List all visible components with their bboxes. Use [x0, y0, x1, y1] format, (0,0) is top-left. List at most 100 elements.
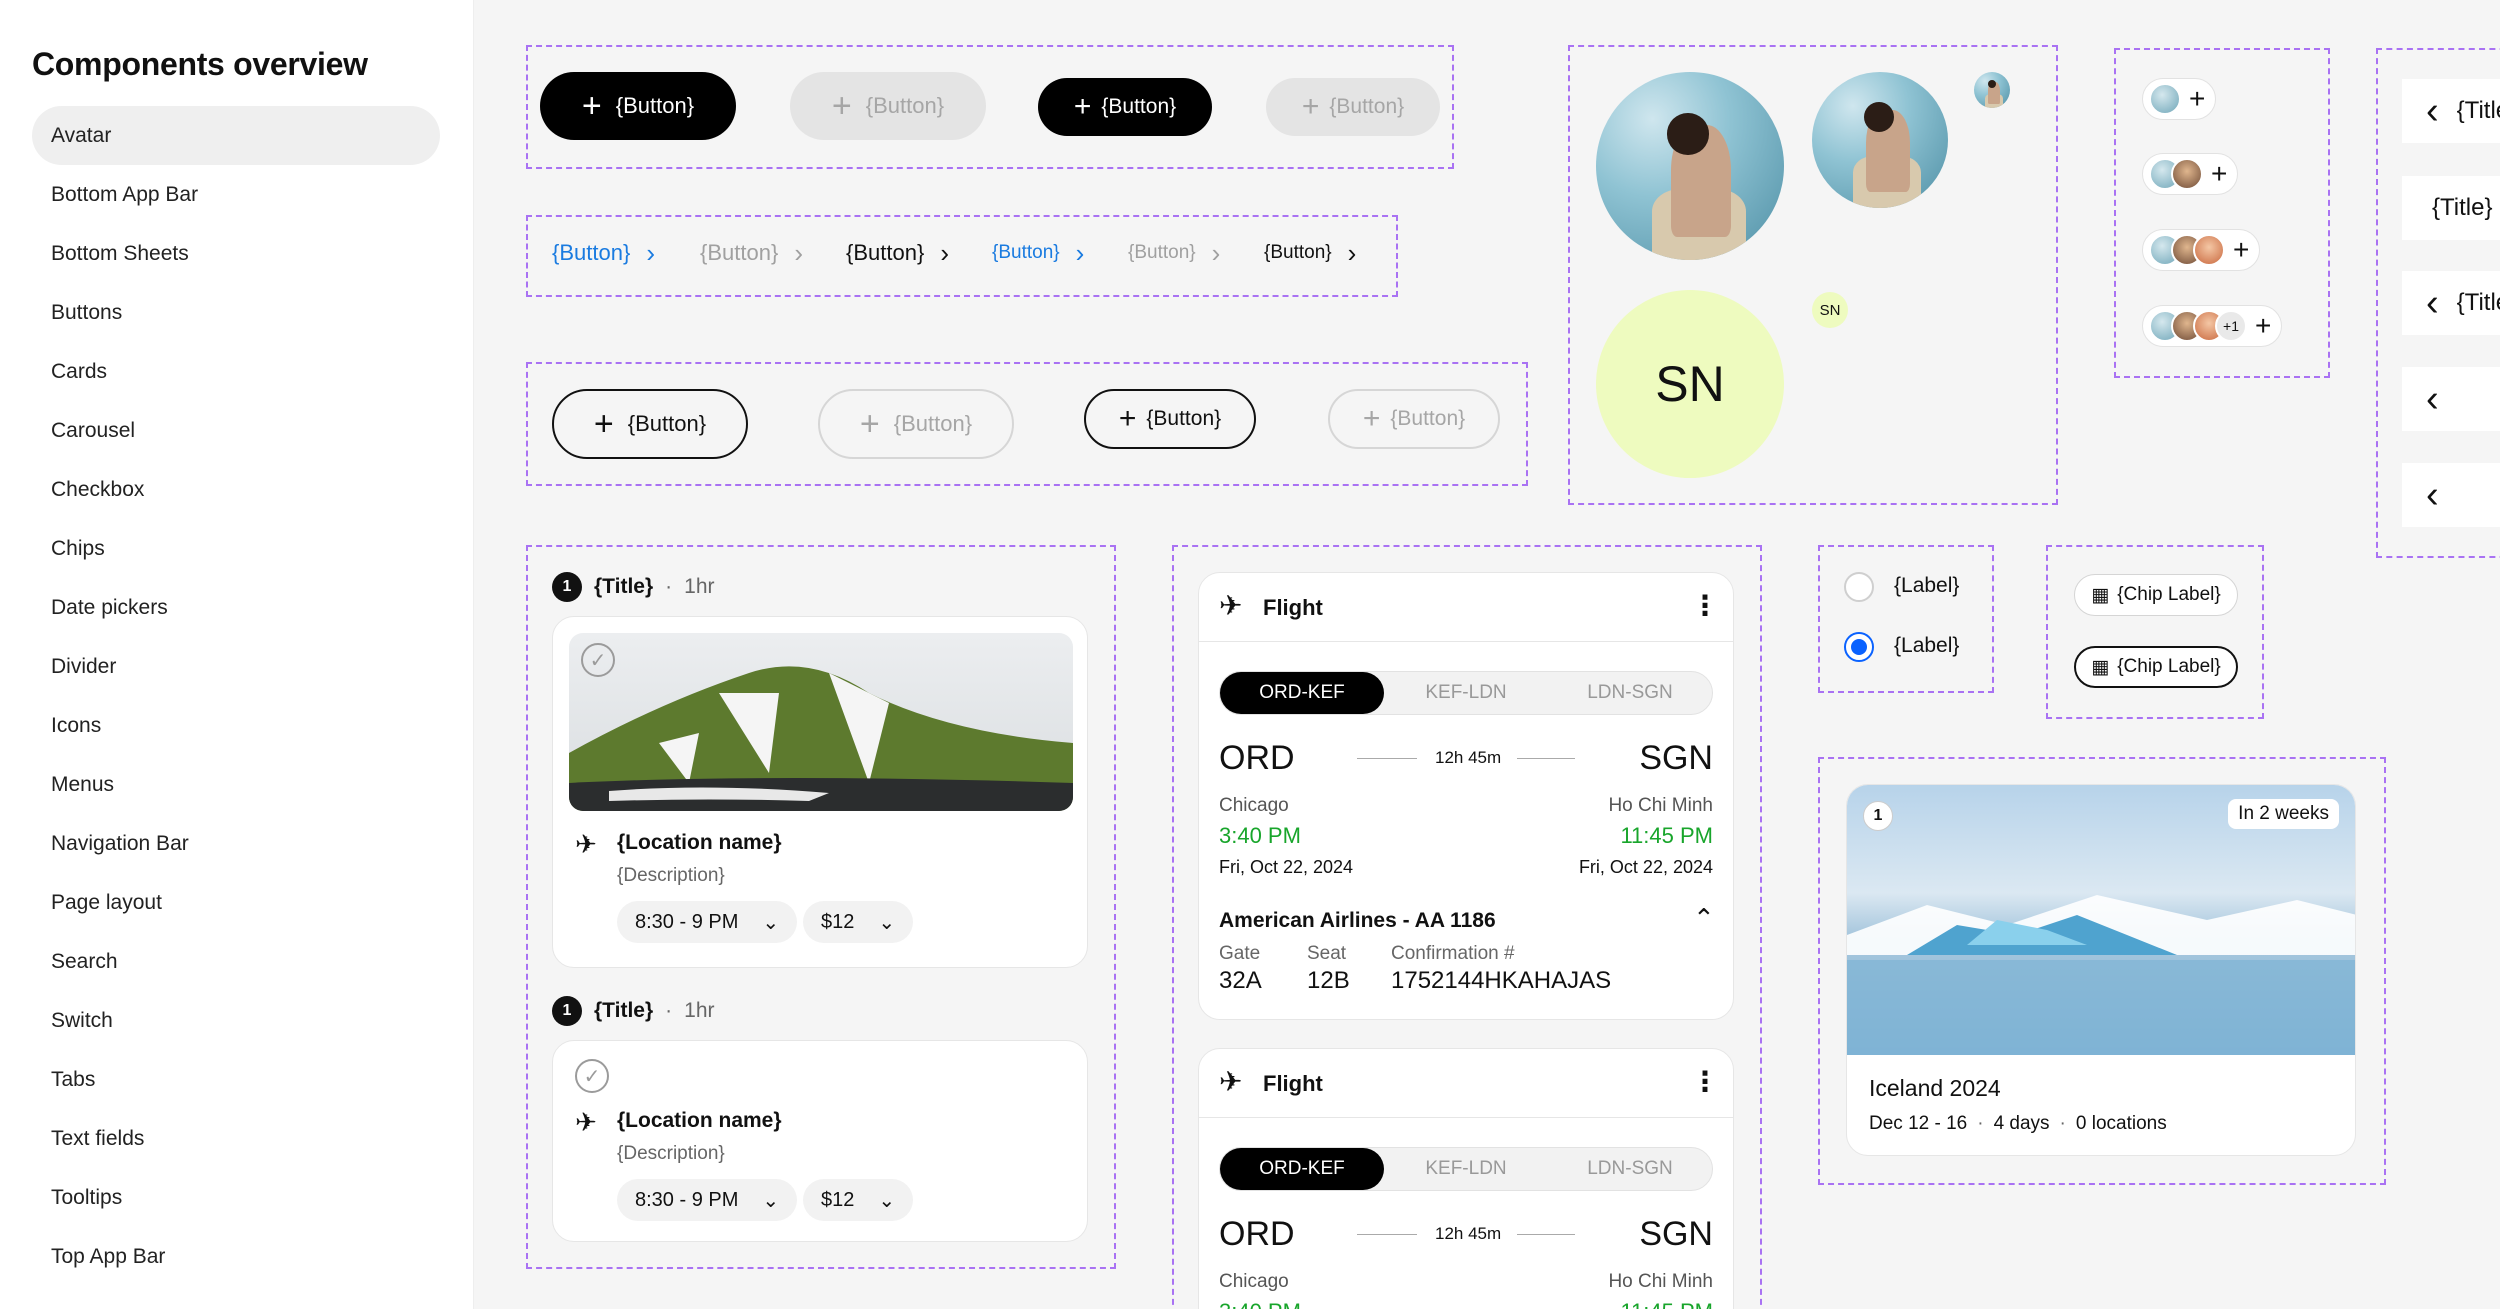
tab-ldn-sgn[interactable]: LDN-SGN	[1548, 672, 1712, 714]
sidebar-item-carousel[interactable]: Carousel	[32, 401, 440, 460]
to-city: Ho Chi Minh	[1608, 795, 1713, 816]
location-name: {Location name}	[617, 831, 782, 854]
sidebar-item-checkbox[interactable]: Checkbox	[32, 460, 440, 519]
avatar-group-1[interactable]: +	[2142, 78, 2217, 120]
chip-default[interactable]: ▦ {Chip Label}	[2074, 574, 2238, 616]
chevron-up-icon[interactable]: ⌄	[1693, 901, 1715, 932]
tab-kef-ldn[interactable]: KEF-LDN	[1384, 1148, 1548, 1190]
arrive-time-partial: 11:45 PM	[1620, 1299, 1713, 1309]
trip-card[interactable]: 1 In 2 weeks Iceland 2024 Dec 12 - 16 · …	[1846, 784, 2356, 1156]
to-code: SGN	[1639, 739, 1713, 777]
text-button-link-small[interactable]: {Button} ›	[992, 240, 1084, 266]
plus-icon: +	[831, 87, 852, 125]
sidebar-item-tabs[interactable]: Tabs	[32, 1050, 440, 1109]
location-description: {Description}	[617, 1143, 725, 1164]
sidebar-item-search[interactable]: Search	[32, 932, 440, 991]
plus-icon[interactable]: +	[2233, 236, 2249, 264]
plane-icon: ✈	[1219, 1066, 1243, 1097]
sidebar-item-tooltips[interactable]: Tooltips	[32, 1168, 440, 1227]
sidebar-item-icons[interactable]: Icons	[32, 696, 440, 755]
avatar-photo-large	[1596, 72, 1784, 260]
chevron-right-icon: ›	[1211, 238, 1221, 268]
sidebar-item-menus[interactable]: Menus	[32, 755, 440, 814]
check-circle-icon[interactable]: ✓	[581, 643, 615, 677]
chevron-right-icon: ›	[1347, 238, 1357, 268]
price-dropdown[interactable]: $12 ⌄	[803, 901, 914, 943]
itinerary-card-2[interactable]: ✓ ✈ {Location name} {Description} 8:30 -…	[552, 1040, 1088, 1242]
sidebar-item-bottom-app-bar[interactable]: Bottom App Bar	[32, 165, 440, 224]
flight-title: Flight	[1263, 595, 1323, 620]
avatar-initials-large: SN	[1596, 290, 1784, 478]
outline-button-small[interactable]: + {Button}	[1084, 389, 1256, 449]
sidebar-item-buttons[interactable]: Buttons	[32, 283, 440, 342]
avatar-group-3[interactable]: +	[2142, 229, 2261, 271]
trip-index: 1	[1863, 801, 1893, 831]
plus-icon: +	[1301, 90, 1320, 123]
filled-button-small-disabled: + {Button}	[1266, 78, 1440, 136]
sidebar-item-text-fields[interactable]: Text fields	[32, 1109, 440, 1168]
chevron-down-icon: ⌄	[878, 1189, 896, 1212]
plus-icon[interactable]: +	[2211, 160, 2227, 188]
flight-segment-tabs[interactable]: ORD-KEF KEF-LDN LDN-SGN	[1219, 1147, 1713, 1191]
flight-segment-tabs[interactable]: ORD-KEF KEF-LDN LDN-SGN	[1219, 671, 1713, 715]
sidebar-item-top-app-bar[interactable]: Top App Bar	[32, 1227, 440, 1286]
chevron-left-icon[interactable]: ‹	[2426, 282, 2439, 325]
chips-frame	[2046, 545, 2264, 719]
sidebar-item-divider[interactable]: Divider	[32, 637, 440, 696]
filled-button-large[interactable]: + {Button}	[540, 72, 736, 140]
gate-label: Gate	[1219, 943, 1261, 964]
sidebar-item-bottom-sheets[interactable]: Bottom Sheets	[32, 224, 440, 283]
sidebar-item-avatar[interactable]: Avatar	[32, 106, 440, 165]
tab-kef-ldn[interactable]: KEF-LDN	[1384, 672, 1548, 714]
plane-icon: ✈	[1219, 590, 1243, 621]
chevron-left-icon[interactable]: ‹	[2426, 90, 2439, 133]
avatar-group-4[interactable]: +1 +	[2142, 305, 2283, 347]
chip-selected[interactable]: ▦ {Chip Label}	[2074, 646, 2238, 688]
flight-card-2[interactable]: ✈ Flight ⋮ ORD-KEF KEF-LDN LDN-SGN ORD S…	[1198, 1048, 1734, 1309]
sidebar-item-page-layout[interactable]: Page layout	[32, 873, 440, 932]
confirmation-value: 1752144HKAHAJAS	[1391, 967, 1612, 994]
text-button-default-large[interactable]: {Button} ›	[846, 240, 949, 266]
plus-icon: +	[581, 87, 602, 125]
plus-icon[interactable]: +	[2189, 85, 2205, 113]
more-vertical-icon[interactable]: ⋮	[1691, 1065, 1719, 1098]
from-city: Chicago	[1219, 795, 1289, 816]
sidebar-item-switch[interactable]: Switch	[32, 991, 440, 1050]
avatar-group-2[interactable]: +	[2142, 153, 2239, 195]
tab-ord-kef[interactable]: ORD-KEF	[1220, 672, 1384, 714]
chevron-right-icon: ›	[794, 238, 803, 268]
gate-value: 32A	[1219, 967, 1262, 994]
chevron-left-icon[interactable]: ‹	[2426, 378, 2439, 421]
chevron-left-icon[interactable]: ‹	[2426, 474, 2439, 517]
radio-label: {Label}	[1894, 574, 1960, 597]
flight-card-1[interactable]: ✈ Flight ⋮ ORD-KEF KEF-LDN LDN-SGN ORD S…	[1198, 572, 1734, 1020]
radio-checked[interactable]	[1844, 632, 1874, 662]
text-button-disabled-small: {Button} ›	[1128, 238, 1221, 268]
sidebar-item-cards[interactable]: Cards	[32, 342, 440, 401]
text-button-default-small[interactable]: {Button} ›	[1264, 240, 1356, 266]
overflow-count: +1	[2215, 310, 2247, 342]
price-dropdown[interactable]: $12 ⌄	[803, 1179, 914, 1221]
from-code: ORD	[1219, 1215, 1295, 1253]
sidebar-item-chips[interactable]: Chips	[32, 519, 440, 578]
sidebar-item-date-pickers[interactable]: Date pickers	[32, 578, 440, 637]
outline-button-small-disabled: + {Button}	[1328, 389, 1500, 449]
radio-unchecked[interactable]	[1844, 572, 1874, 602]
more-vertical-icon[interactable]: ⋮	[1691, 589, 1719, 622]
tab-ord-kef[interactable]: ORD-KEF	[1220, 1148, 1384, 1190]
filled-button-large-disabled: + {Button}	[790, 72, 986, 140]
chevron-down-icon: ⌄	[762, 1189, 780, 1212]
check-circle-icon[interactable]: ✓	[575, 1059, 609, 1093]
depart-date: Fri, Oct 22, 2024	[1219, 857, 1354, 877]
text-button-link-large[interactable]: {Button} ›	[552, 240, 655, 266]
app-bar-title: {Title}	[2402, 176, 2500, 240]
sidebar-title: Components overview	[32, 46, 368, 82]
itinerary-card-1[interactable]: ✓ ✈ {Location name} {Description} 8:30 -…	[552, 616, 1088, 968]
time-dropdown[interactable]: 8:30 - 9 PM ⌄	[617, 1179, 798, 1221]
outline-button-large[interactable]: + {Button}	[552, 389, 748, 459]
time-dropdown[interactable]: 8:30 - 9 PM ⌄	[617, 901, 798, 943]
filled-button-small[interactable]: + {Button}	[1038, 78, 1212, 136]
plus-icon[interactable]: +	[2255, 312, 2271, 340]
tab-ldn-sgn[interactable]: LDN-SGN	[1548, 1148, 1712, 1190]
sidebar-item-navigation-bar[interactable]: Navigation Bar	[32, 814, 440, 873]
